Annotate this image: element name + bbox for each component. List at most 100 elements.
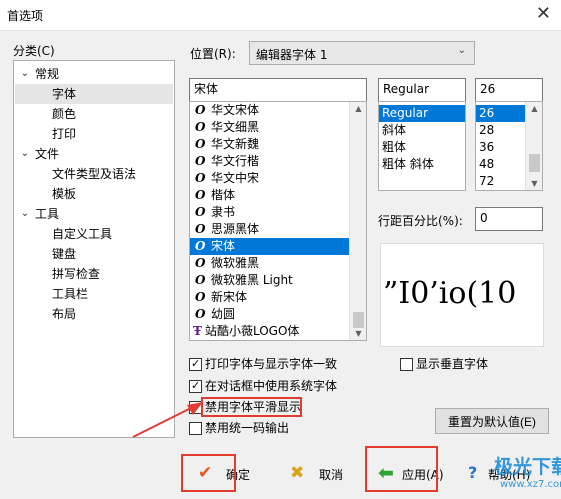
tree-item-label: 颜色 <box>52 107 77 121</box>
reset-default-button[interactable]: 重置为默认值(E) <box>435 408 549 434</box>
font-list-item[interactable]: O 楷体 <box>190 187 349 204</box>
scroll-thumb[interactable] <box>353 312 364 328</box>
expand-chevron-icon[interactable]: ⌄ <box>20 148 30 159</box>
font-name-input[interactable]: 宋体 <box>189 78 367 102</box>
font-list-item[interactable]: O 微软雅黑 <box>190 255 349 272</box>
tree-item-label: 文件 <box>35 147 60 161</box>
opentype-font-icon: O <box>195 205 206 219</box>
font-preview: ”I0’io(10 <box>380 243 544 347</box>
size-list-item[interactable]: 28 <box>476 122 525 139</box>
tree-item-label: 键盘 <box>52 247 77 261</box>
font-list-item[interactable]: O 思源黑体 <box>190 221 349 238</box>
font-list-item-label: 华文宋体 <box>211 103 260 117</box>
font-list-scrollbar[interactable]: ▲ ▼ <box>349 102 366 340</box>
tree-item[interactable]: 颜色 <box>15 104 173 124</box>
font-list-item-label: 华文新魏 <box>211 137 260 151</box>
tree-item-label: 文件类型及语法 <box>52 167 137 181</box>
opentype-font-icon: O <box>195 103 206 117</box>
close-icon[interactable]: ✕ <box>536 3 551 25</box>
opentype-font-icon: O <box>195 154 206 168</box>
font-list-item-label: 华文细黑 <box>211 120 260 134</box>
tree-item[interactable]: 键盘 <box>15 244 173 264</box>
tree-item-label: 工具 <box>35 207 60 221</box>
font-list-item[interactable]: O 隶书 <box>190 204 349 221</box>
expand-chevron-icon[interactable]: ⌄ <box>20 208 30 219</box>
font-list-item[interactable]: O 华文行楷 <box>190 153 349 170</box>
size-input[interactable]: 26 <box>475 78 543 102</box>
opentype-font-icon: O <box>195 137 206 151</box>
font-list-item-label: 微软雅黑 Light <box>211 273 293 287</box>
truetype-font-icon: Ŧ <box>193 324 202 338</box>
font-list-item-label: 宋体 <box>211 239 236 253</box>
size-list-item[interactable]: 72 <box>476 173 525 190</box>
size-list-item[interactable]: 36 <box>476 139 525 156</box>
chevron-down-icon: ⌄ <box>457 45 466 56</box>
line-spacing-input[interactable]: 0 <box>475 207 543 231</box>
style-input[interactable]: Regular <box>378 78 466 102</box>
preview-text: ”I0’io(10 <box>383 276 517 311</box>
font-list-item-label: 华文中宋 <box>211 171 260 185</box>
tree-item[interactable]: 文件类型及语法 <box>15 164 173 184</box>
style-list-item[interactable]: Regular <box>379 105 465 122</box>
font-list-item-label: 隶书 <box>211 205 236 219</box>
opentype-font-icon: O <box>195 239 206 253</box>
annotation-highlight <box>365 446 438 492</box>
style-list-item[interactable]: 斜体 <box>379 122 465 139</box>
tree-item[interactable]: ⌄ 文件 <box>15 144 173 164</box>
scroll-thumb[interactable] <box>529 154 540 172</box>
tree-item[interactable]: 字体 <box>15 84 173 104</box>
scroll-down-icon[interactable]: ▼ <box>526 179 542 188</box>
style-list[interactable]: Regular 斜体 粗体 粗体 斜体 <box>378 101 466 191</box>
font-list-item-label: 楷体 <box>211 188 236 202</box>
tree-item[interactable]: 自定义工具 <box>15 224 173 244</box>
tree-item[interactable]: ⌄ 工具 <box>15 204 173 224</box>
scroll-up-icon[interactable]: ▲ <box>526 104 542 113</box>
size-list-item[interactable]: 48 <box>476 156 525 173</box>
font-list-item[interactable]: O 华文中宋 <box>190 170 349 187</box>
opentype-font-icon: O <box>195 290 206 304</box>
tree-item[interactable]: 拼写检查 <box>15 264 173 284</box>
disable-unicode-label: 禁用统一码输出 <box>205 421 290 435</box>
font-list-item[interactable]: Ŧ 站酷小薇LOGO体 <box>190 323 349 340</box>
font-list-item[interactable]: O 幼圆 <box>190 306 349 323</box>
sidebar-label: 分类(C) <box>13 44 55 58</box>
annotation-highlight <box>201 397 302 417</box>
expand-chevron-icon[interactable]: ⌄ <box>20 68 30 79</box>
watermark-url: www.xz7.com <box>500 479 561 490</box>
checkbox-icon <box>400 358 413 371</box>
style-list-item[interactable]: 粗体 <box>379 139 465 156</box>
font-list-item[interactable]: O 华文宋体 <box>190 102 349 119</box>
tree-item-label: 工具栏 <box>52 287 89 301</box>
size-list[interactable]: 26 28 36 48 72 ▲ ▼ <box>475 101 543 191</box>
size-list-item[interactable]: 26 <box>476 105 525 122</box>
style-list-item[interactable]: 粗体 斜体 <box>379 156 465 173</box>
scroll-up-icon[interactable]: ▲ <box>350 104 366 113</box>
tree-item[interactable]: 布局 <box>15 304 173 324</box>
tree-item[interactable]: 打印 <box>15 124 173 144</box>
cancel-button[interactable]: ✖ 取消 <box>288 462 358 486</box>
cancel-label: 取消 <box>319 468 344 482</box>
tree-item[interactable]: ⌄ 常规 <box>15 64 173 84</box>
font-list-item[interactable]: O 新宋体 <box>190 289 349 306</box>
font-list-item[interactable]: O 华文细黑 <box>190 119 349 136</box>
tree-item-label: 布局 <box>52 307 77 321</box>
opentype-font-icon: O <box>195 188 206 202</box>
opentype-font-icon: O <box>195 256 206 270</box>
print-consistent-label: 打印字体与显示字体一致 <box>205 357 338 371</box>
font-list-item[interactable]: O 华文新魏 <box>190 136 349 153</box>
scroll-down-icon[interactable]: ▼ <box>350 329 366 338</box>
font-list-item-label: 华文行楷 <box>211 154 260 168</box>
font-list[interactable]: O 华文宋体 O 华文细黑 O 华文新魏 O 华文行楷 O 华文中宋 O 楷体 O 隶书 O 思源黑体 O 宋体 O… <box>189 101 367 341</box>
show-vertical-label: 显示垂直字体 <box>416 357 489 371</box>
font-list-item[interactable]: O 微软雅黑 Light <box>190 272 349 289</box>
font-list-item-label: 新宋体 <box>211 290 248 304</box>
category-tree[interactable]: ⌄ 常规 字体颜色打印 ⌄ 文件文件类型及语法模板 ⌄ 工具自定义工具键盘拼写检查工具栏布局 <box>13 60 175 438</box>
font-list-item-label: 站酷小薇LOGO体 <box>204 324 300 338</box>
tree-item[interactable]: 工具栏 <box>15 284 173 304</box>
font-list-item[interactable]: O 宋体 <box>190 238 349 255</box>
position-select[interactable]: 编辑器字体 1 ⌄ <box>249 41 475 65</box>
title-bar: 首选项 ✕ <box>0 0 561 31</box>
tree-item[interactable]: 模板 <box>15 184 173 204</box>
size-list-scrollbar[interactable]: ▲ ▼ <box>525 102 542 190</box>
tree-item-label: 字体 <box>15 84 173 104</box>
